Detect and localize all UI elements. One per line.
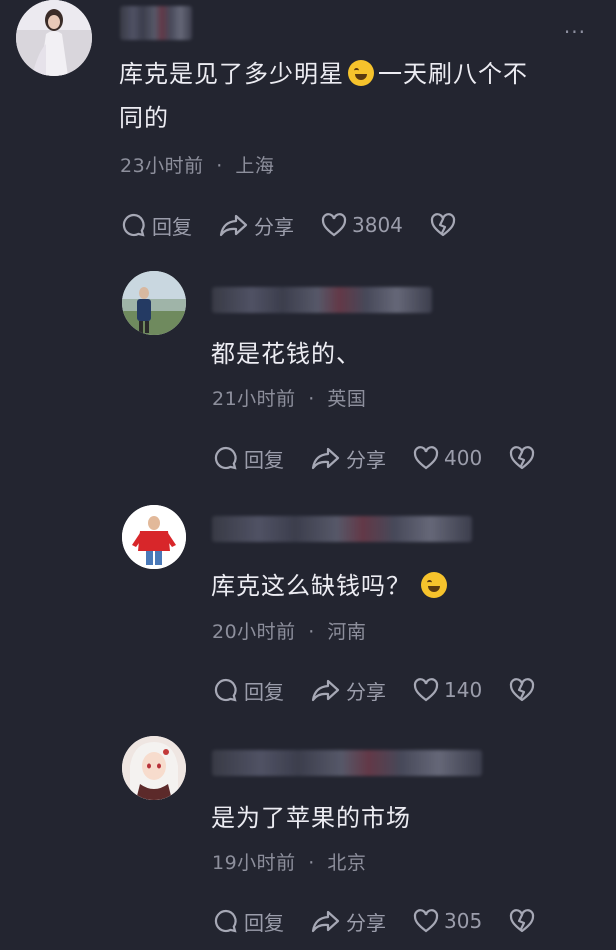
share-button[interactable]: 分享 (218, 211, 294, 240)
like-count: 140 (444, 678, 483, 702)
share-arrow-icon (311, 910, 340, 933)
like-button[interactable]: 3804 (320, 212, 403, 238)
meta-separator: · (308, 388, 315, 410)
meta-separator: · (216, 155, 223, 177)
heart-icon (413, 446, 439, 470)
comment-meta: 23小时前 · 上海 (120, 151, 274, 178)
dislike-button[interactable] (508, 677, 540, 703)
reply-label: 回复 (244, 910, 284, 935)
share-arrow-icon (219, 214, 248, 237)
broken-heart-icon (430, 213, 456, 237)
reply-button[interactable]: 回复 (212, 907, 284, 936)
username-blurred[interactable] (212, 750, 482, 776)
share-label: 分享 (254, 214, 294, 239)
avatar[interactable] (122, 505, 186, 569)
like-count: 400 (444, 446, 483, 470)
comment-time: 21小时前 (212, 388, 296, 410)
comment-meta: 20小时前 · 河南 (212, 617, 366, 644)
comment-bubble-icon (214, 909, 237, 933)
broken-heart-icon (510, 678, 535, 702)
comment-location: 河南 (327, 621, 367, 643)
comment-actions: 回复 分享 140 (212, 675, 566, 705)
avatar[interactable] (122, 271, 186, 335)
reply-button[interactable]: 回复 (120, 211, 192, 240)
comment-text: 库克这么缺钱吗？ (211, 564, 451, 608)
reply-button[interactable]: 回复 (212, 444, 284, 473)
comment-actions: 回复 分享 3804 (120, 210, 487, 240)
reply-button[interactable]: 回复 (212, 676, 284, 705)
share-button[interactable]: 分享 (310, 676, 386, 705)
more-options-icon[interactable]: ··· (564, 20, 586, 44)
comment-text-part: 一天刷八个不 (378, 60, 528, 88)
comment-time: 20小时前 (212, 621, 296, 643)
comment-bubble-icon (122, 213, 145, 237)
avatar[interactable] (122, 736, 186, 800)
share-arrow-icon (311, 447, 340, 470)
share-arrow-icon (311, 679, 340, 702)
comment-location: 北京 (327, 852, 367, 874)
comment-time: 23小时前 (120, 155, 204, 177)
meta-separator: · (308, 852, 315, 874)
comment-text: 库克是见了多少明星 一天刷八个不 同的 (119, 52, 589, 140)
heart-icon (413, 678, 439, 702)
laughing-tears-emoji-icon (348, 60, 374, 86)
like-button[interactable]: 400 (412, 445, 482, 471)
dislike-button[interactable] (429, 212, 461, 238)
comment-bubble-icon (214, 446, 237, 470)
reply-label: 回复 (244, 447, 284, 472)
comment-time: 19小时前 (212, 852, 296, 874)
comment-meta: 19小时前 · 北京 (212, 848, 366, 875)
username-blurred[interactable] (120, 6, 192, 40)
reply-label: 回复 (244, 679, 284, 704)
like-count: 305 (444, 909, 483, 933)
share-label: 分享 (346, 447, 386, 472)
comment-location: 英国 (327, 388, 367, 410)
share-label: 分享 (346, 910, 386, 935)
like-button[interactable]: 305 (412, 908, 482, 934)
comment-text-part: 库克是见了多少明星 (119, 60, 344, 88)
comment-item: ··· 库克是见了多少明星 一天刷八个不 同的 23小时前 · 上海 回复 分享 … (0, 0, 616, 250)
username-blurred[interactable] (212, 287, 432, 313)
dislike-button[interactable] (508, 445, 540, 471)
comment-text: 都是花钱的、 (211, 340, 361, 368)
heart-icon (413, 909, 439, 933)
dislike-button[interactable] (508, 908, 540, 934)
comment-location: 上海 (235, 155, 275, 177)
share-label: 分享 (346, 679, 386, 704)
username-blurred[interactable] (212, 516, 472, 542)
comment-meta: 21小时前 · 英国 (212, 384, 366, 411)
broken-heart-icon (510, 446, 535, 470)
broken-heart-icon (510, 909, 535, 933)
comment-text-part: 同的 (119, 104, 169, 132)
share-button[interactable]: 分享 (310, 907, 386, 936)
meta-separator: · (308, 621, 315, 643)
comment-actions: 回复 分享 305 (212, 906, 566, 936)
comment-actions: 回复 分享 400 (212, 443, 566, 473)
comment-text: 是为了苹果的市场 (211, 804, 411, 832)
heart-icon (321, 213, 347, 237)
like-button[interactable]: 140 (412, 677, 482, 703)
share-button[interactable]: 分享 (310, 444, 386, 473)
reply-label: 回复 (152, 214, 192, 239)
comment-bubble-icon (214, 678, 237, 702)
comment-text-part: 库克这么缺钱吗？ (211, 572, 411, 600)
like-count: 3804 (352, 213, 403, 237)
avatar[interactable] (16, 0, 92, 76)
laughing-tears-emoji-icon (421, 572, 447, 598)
